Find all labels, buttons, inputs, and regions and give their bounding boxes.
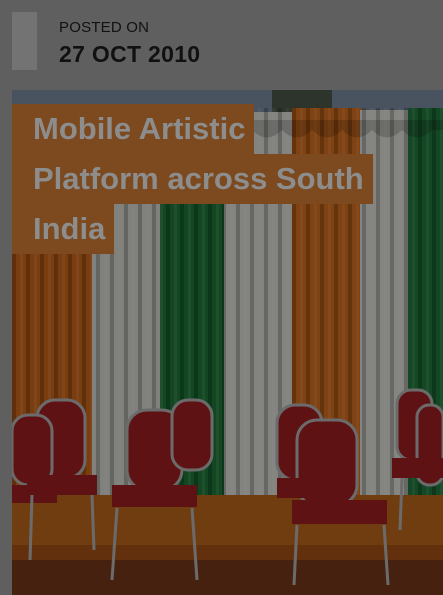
post-title-line-3[interactable]: India [12, 204, 115, 254]
post-title[interactable]: Mobile Artistic Platform across South In… [12, 96, 392, 254]
date-accent-bar [12, 12, 37, 70]
post-title-line-1[interactable]: Mobile Artistic [12, 104, 255, 154]
posted-on-label: POSTED ON [59, 19, 150, 36]
post-date: 27 OCT 2010 [59, 41, 201, 67]
post-title-line-2[interactable]: Platform across South [12, 154, 373, 204]
